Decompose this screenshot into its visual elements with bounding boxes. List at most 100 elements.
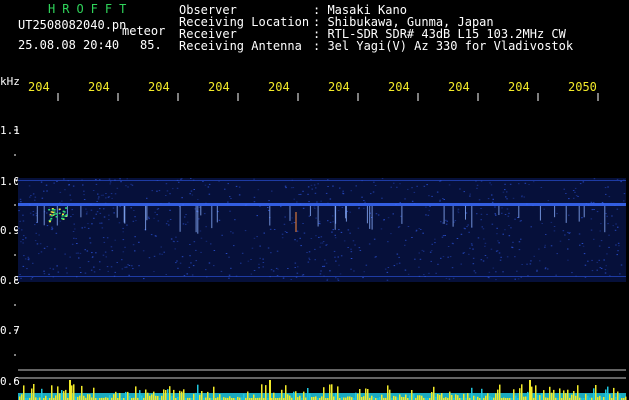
noise-speckle (436, 191, 439, 193)
noise-speckle (398, 256, 400, 258)
noise-speckle (536, 269, 538, 271)
noise-speckle (474, 272, 477, 274)
noise-speckle (488, 271, 491, 273)
noise-speckle (291, 217, 293, 219)
noise-speckle (232, 232, 234, 234)
noise-speckle (457, 208, 460, 210)
noise-speckle (411, 200, 414, 202)
noise-speckle (469, 195, 471, 197)
noise-speckle (77, 252, 79, 254)
noise-speckle (452, 277, 455, 279)
noise-speckle (530, 226, 532, 228)
noise-speckle (483, 238, 485, 240)
noise-speckle (361, 196, 363, 198)
noise-speckle (121, 268, 124, 270)
noise-speckle (73, 237, 75, 239)
noise-speckle (363, 271, 365, 273)
noise-speckle (119, 206, 121, 208)
noise-speckle (329, 221, 332, 223)
histogram-bar (417, 395, 419, 400)
noise-speckle (431, 195, 433, 197)
noise-speckle (126, 224, 128, 226)
histogram-bar (33, 384, 35, 400)
noise-speckle (429, 205, 431, 207)
noise-speckle (514, 256, 516, 258)
noise-speckle (578, 233, 581, 235)
noise-speckle (46, 246, 49, 248)
noise-speckle (544, 267, 547, 269)
noise-speckle (122, 231, 124, 233)
noise-speckle (32, 211, 35, 212)
noise-speckle (69, 194, 71, 196)
noise-speckle (71, 209, 73, 211)
head-echo (63, 211, 66, 213)
noise-speckle (49, 215, 51, 217)
histogram-bar (441, 393, 443, 400)
noise-speckle (443, 199, 445, 200)
noise-speckle (374, 256, 376, 258)
noise-speckle (24, 258, 27, 260)
noise-speckle (375, 213, 378, 215)
histogram-bar (171, 396, 173, 400)
noise-speckle (584, 264, 587, 266)
noise-speckle (213, 265, 215, 267)
noise-speckle (440, 257, 442, 259)
histogram-bar (365, 388, 367, 400)
noise-speckle (198, 206, 201, 208)
noise-speckle (316, 201, 318, 203)
noise-speckle (22, 239, 24, 241)
noise-speckle (326, 278, 329, 280)
noise-speckle (447, 246, 450, 247)
histogram-bar (455, 394, 457, 400)
noise-speckle (556, 253, 558, 255)
noise-speckle (504, 183, 506, 185)
noise-speckle (434, 242, 436, 244)
histogram-bar (575, 395, 577, 400)
noise-speckle (170, 238, 173, 240)
histogram-bar (145, 389, 147, 400)
histogram-bar (519, 388, 521, 400)
histogram-bar (607, 386, 609, 400)
noise-speckle (608, 196, 611, 198)
noise-speckle (228, 277, 230, 279)
histogram-bar (367, 389, 369, 400)
head-echo (50, 211, 53, 213)
noise-speckle (112, 207, 115, 209)
head-echo (51, 209, 54, 211)
histogram-bar (467, 393, 469, 400)
noise-speckle (550, 221, 553, 223)
noise-speckle (262, 266, 264, 268)
noise-speckle (116, 262, 118, 263)
histogram-bar (333, 396, 335, 400)
histogram-bar (539, 395, 541, 400)
noise-speckle (499, 259, 502, 261)
noise-speckle (87, 223, 89, 225)
histogram-bar (41, 388, 43, 400)
noise-speckle (359, 250, 362, 251)
noise-speckle (590, 201, 593, 203)
noise-speckle (230, 198, 232, 199)
noise-speckle (76, 243, 78, 244)
noise-speckle (181, 256, 184, 258)
noise-speckle (326, 279, 328, 281)
noise-speckle (574, 191, 576, 193)
noise-speckle (230, 267, 232, 269)
noise-speckle (307, 186, 310, 188)
noise-speckle (34, 240, 37, 242)
histogram-bar (419, 395, 421, 400)
noise-speckle (425, 214, 427, 216)
noise-speckle (99, 269, 101, 271)
noise-speckle (310, 238, 313, 239)
noise-speckle (442, 235, 445, 237)
noise-speckle (358, 207, 360, 209)
noise-speckle (156, 214, 158, 216)
noise-speckle (102, 237, 105, 239)
noise-speckle (132, 244, 135, 246)
noise-speckle (397, 226, 400, 228)
head-echo (58, 208, 61, 210)
noise-speckle (175, 236, 177, 238)
noise-speckle (297, 266, 299, 268)
noise-speckle (51, 226, 53, 228)
noise-speckle (334, 237, 337, 239)
noise-speckle (423, 185, 426, 187)
